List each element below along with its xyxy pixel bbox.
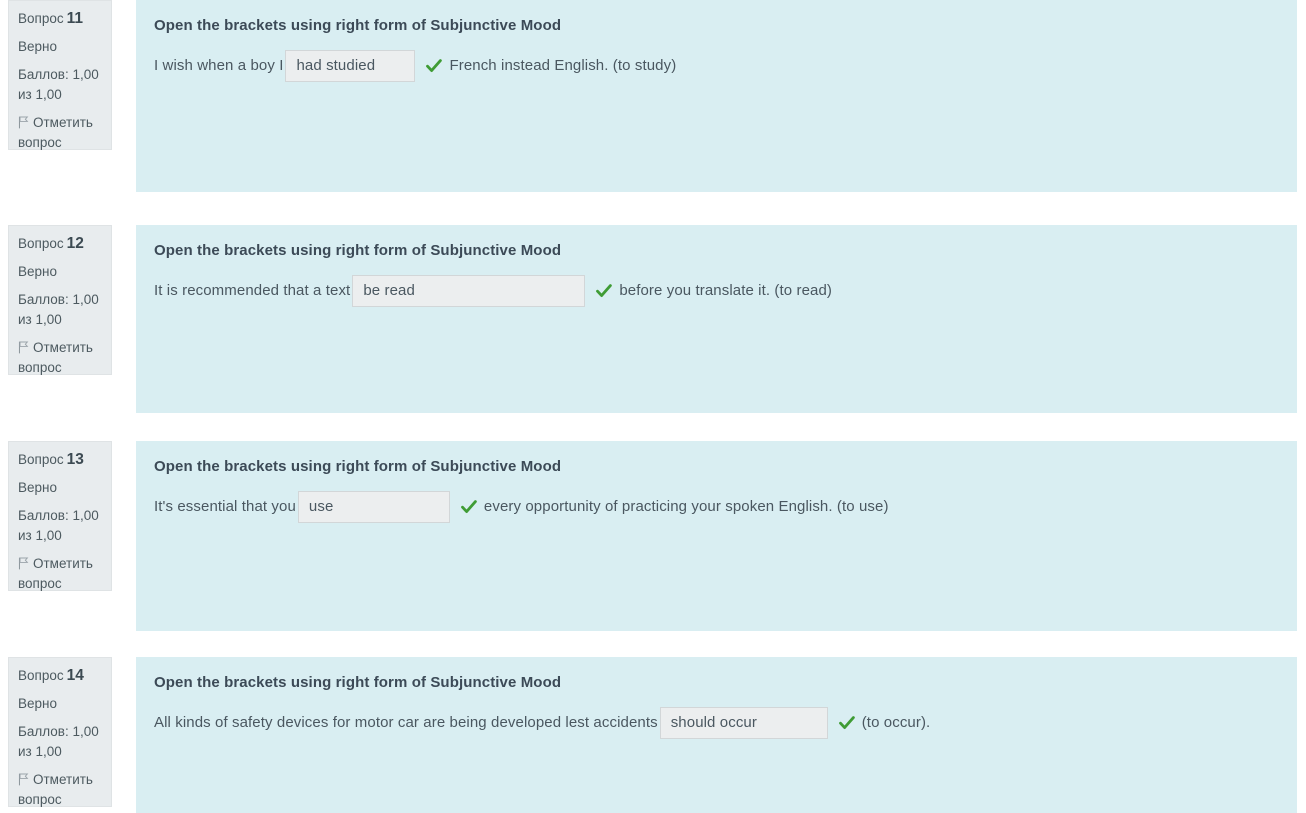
- answer-input[interactable]: be read: [352, 275, 586, 307]
- correct-check-icon: [838, 714, 856, 732]
- sentence-text-after: (to occur).: [861, 714, 931, 731]
- question-number: 12: [66, 235, 84, 252]
- question-word-label: Вопрос: [18, 668, 64, 683]
- answer-line: All kinds of safety devices for motor ca…: [154, 707, 1279, 739]
- question-word-label: Вопрос: [18, 236, 64, 251]
- sentence-text-before: It's essential that you: [154, 498, 296, 515]
- question-number: 11: [66, 10, 83, 27]
- flag-question-link[interactable]: Отметить вопрос: [18, 554, 102, 594]
- answer-input[interactable]: use: [297, 491, 450, 523]
- sentence-text-before: All kinds of safety devices for motor ca…: [154, 714, 658, 731]
- answer-input[interactable]: had studied: [285, 50, 416, 82]
- question-number-line: Вопрос 14: [18, 666, 102, 686]
- question-prompt: Open the brackets using right form of Su…: [154, 674, 562, 691]
- question-state: Верно: [18, 696, 57, 711]
- question-prompt: Open the brackets using right form of Su…: [154, 17, 562, 34]
- question-info-box: Вопрос 14 Верно Баллов: 1,00 из 1,00 Отметит…: [8, 657, 112, 807]
- question-number: 13: [66, 451, 84, 468]
- question-marks: Баллов: 1,00 из 1,00: [18, 67, 99, 102]
- question-content-panel: Open the brackets using right form of Su…: [136, 441, 1297, 631]
- answer-input[interactable]: should occur: [659, 707, 828, 739]
- sentence-text-before: I wish when a boy I: [154, 57, 284, 74]
- question-state: Верно: [18, 264, 57, 279]
- flag-icon: [18, 116, 29, 129]
- question-state: Верно: [18, 480, 57, 495]
- correct-check-icon: [595, 282, 613, 300]
- question-content-panel: Open the brackets using right form of Su…: [136, 0, 1297, 192]
- question-word-label: Вопрос: [18, 11, 64, 26]
- flag-icon: [18, 557, 29, 570]
- answer-line: It's essential that you use every opportun…: [154, 491, 1279, 523]
- sentence-text-after: French instead English. (to study): [449, 57, 677, 74]
- question-marks: Баллов: 1,00 из 1,00: [18, 724, 99, 759]
- sentence-text-after: before you translate it. (to read): [619, 282, 833, 299]
- flag-question-link[interactable]: Отметить вопрос: [18, 338, 102, 378]
- correct-check-icon: [425, 57, 443, 75]
- question-content-panel: Open the brackets using right form of Su…: [136, 657, 1297, 813]
- flag-question-label: Отметить вопрос: [18, 115, 93, 150]
- question-number: 14: [66, 667, 84, 684]
- question-word-label: Вопрос: [18, 452, 64, 467]
- question-state: Верно: [18, 39, 57, 54]
- sentence-text-before: It is recommended that a text: [154, 282, 351, 299]
- question-marks: Баллов: 1,00 из 1,00: [18, 292, 99, 327]
- question-number-line: Вопрос 13: [18, 450, 102, 470]
- answer-line: It is recommended that a text be read befo…: [154, 275, 1279, 307]
- flag-icon: [18, 341, 29, 354]
- question-number-line: Вопрос 12: [18, 234, 102, 254]
- flag-question-label: Отметить вопрос: [18, 772, 93, 807]
- question-number-line: Вопрос 11: [18, 9, 102, 29]
- flag-question-link[interactable]: Отметить вопрос: [18, 770, 102, 810]
- question-marks: Баллов: 1,00 из 1,00: [18, 508, 99, 543]
- flag-question-label: Отметить вопрос: [18, 340, 93, 375]
- question-info-box: Вопрос 12 Верно Баллов: 1,00 из 1,00 Отметит…: [8, 225, 112, 375]
- question-info-box: Вопрос 13 Верно Баллов: 1,00 из 1,00 Отметит…: [8, 441, 112, 591]
- sentence-text-after: every opportunity of practicing your spo…: [483, 498, 889, 515]
- flag-icon: [18, 773, 29, 786]
- flag-question-link[interactable]: Отметить вопрос: [18, 113, 102, 153]
- answer-line: I wish when a boy Ihad studied French ins…: [154, 50, 1279, 82]
- correct-check-icon: [460, 498, 478, 516]
- flag-question-label: Отметить вопрос: [18, 556, 93, 591]
- question-prompt: Open the brackets using right form of Su…: [154, 458, 562, 475]
- question-content-panel: Open the brackets using right form of Su…: [136, 225, 1297, 413]
- question-info-box: Вопрос 11 Верно Баллов: 1,00 из 1,00 Отметит…: [8, 0, 112, 150]
- question-prompt: Open the brackets using right form of Su…: [154, 242, 562, 259]
